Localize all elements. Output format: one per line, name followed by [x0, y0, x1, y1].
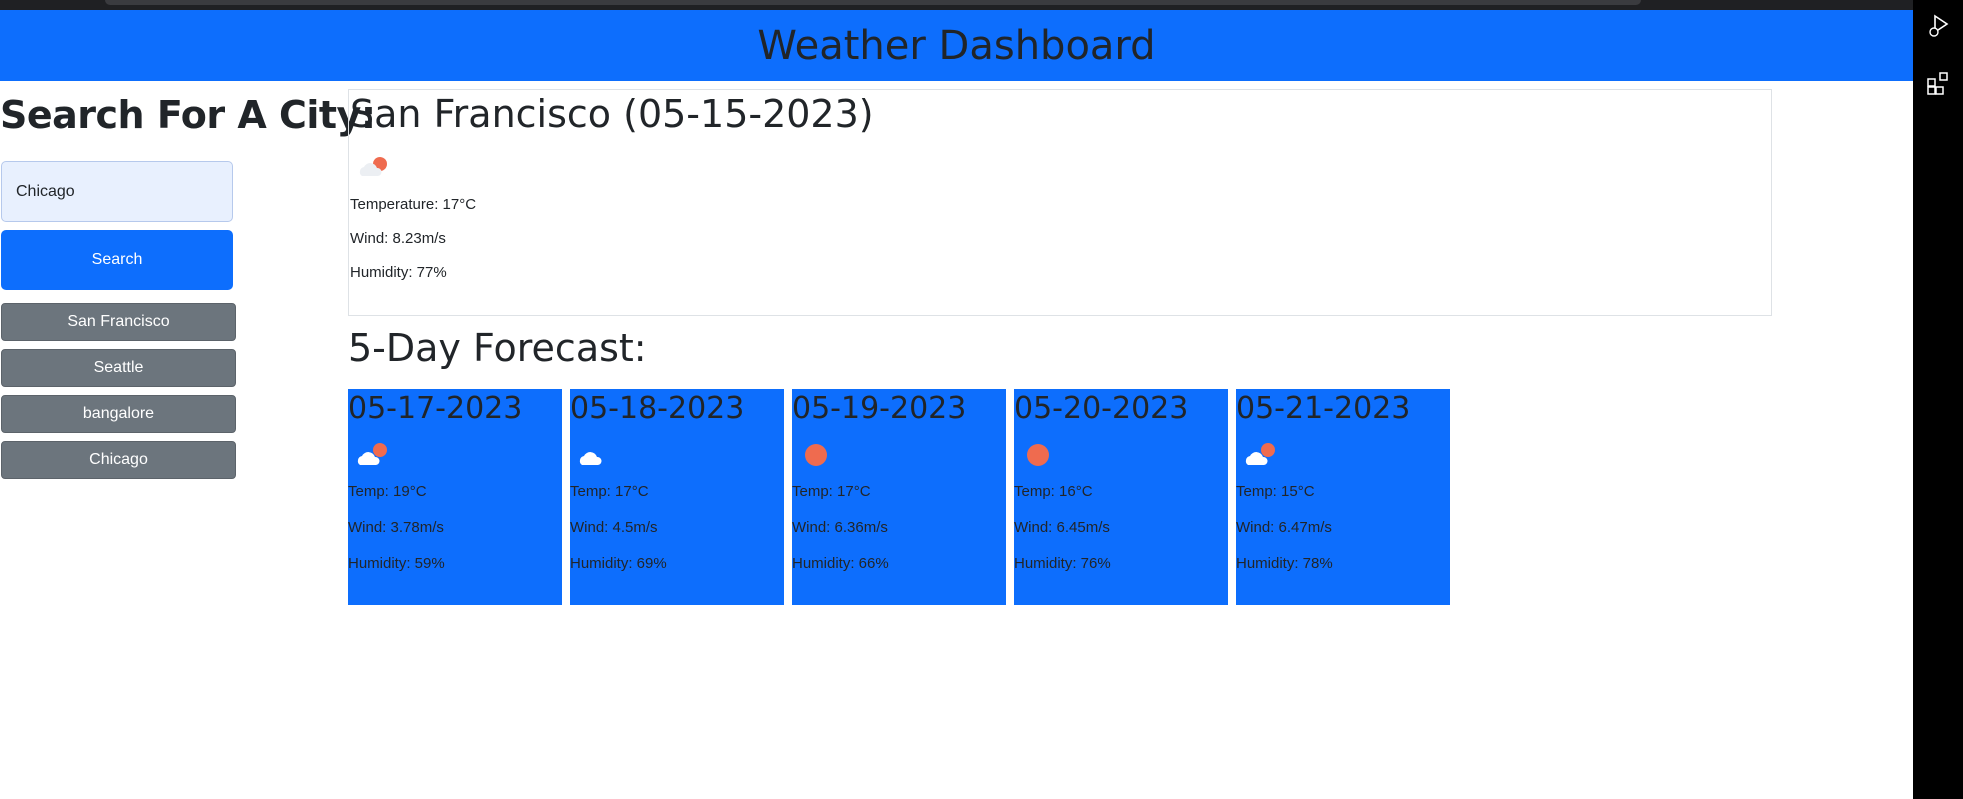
partly-cloudy-icon — [1244, 439, 1280, 469]
history-button[interactable]: San Francisco — [1, 303, 236, 341]
sun-icon — [1022, 439, 1058, 469]
forecast-date: 05-17-2023 — [348, 391, 523, 426]
run-debug-icon[interactable] — [1926, 12, 1952, 38]
forecast-humidity: Humidity: 66% — [792, 555, 889, 572]
cloud-icon — [578, 439, 614, 469]
forecast-temp: Temp: 17°C — [570, 483, 649, 500]
current-weather: San Francisco (05-15-2023) Temperature: … — [348, 89, 1772, 316]
city-search-input[interactable] — [1, 161, 233, 222]
search-panel: Search For A City: Search San Francisco … — [0, 93, 376, 479]
current-wind: Wind: 8.23m/s — [350, 229, 446, 247]
forecast-wind: Wind: 6.47m/s — [1236, 519, 1332, 536]
page-header: Weather Dashboard — [0, 10, 1913, 81]
current-temperature: Temperature: 17°C — [350, 195, 477, 213]
forecast-temp: Temp: 19°C — [348, 483, 427, 500]
page-title: Weather Dashboard — [757, 22, 1156, 69]
extensions-icon[interactable] — [1926, 70, 1952, 96]
forecast-wind: Wind: 3.78m/s — [348, 519, 444, 536]
forecast-card: 05-20-2023 Temp: 16°C Wind: 6.45m/s Humi… — [1014, 389, 1228, 605]
tab-bar — [105, 0, 1641, 5]
search-button[interactable]: Search — [1, 230, 233, 290]
forecast-card: 05-21-2023 Temp: 15°C Wind: 6.47m/s Humi… — [1236, 389, 1450, 605]
forecast-wind: Wind: 6.45m/s — [1014, 519, 1110, 536]
forecast-date: 05-21-2023 — [1236, 391, 1411, 426]
forecast-wind: Wind: 4.5m/s — [570, 519, 658, 536]
history-button[interactable]: Chicago — [1, 441, 236, 479]
partly-cloudy-icon — [356, 439, 392, 469]
side-toolbar — [1913, 0, 1963, 799]
forecast-humidity: Humidity: 69% — [570, 555, 667, 572]
forecast-temp: Temp: 16°C — [1014, 483, 1093, 500]
search-history: San Francisco Seattle bangalore Chicago — [1, 303, 236, 487]
current-humidity: Humidity: 77% — [350, 263, 447, 281]
partly-cloudy-icon — [356, 154, 392, 180]
forecast-card: 05-19-2023 Temp: 17°C Wind: 6.36m/s Humi… — [792, 389, 1006, 605]
forecast-humidity: Humidity: 78% — [1236, 555, 1333, 572]
history-button[interactable]: bangalore — [1, 395, 236, 433]
forecast-date: 05-18-2023 — [570, 391, 745, 426]
forecast-humidity: Humidity: 76% — [1014, 555, 1111, 572]
forecast-title: 5-Day Forecast: — [348, 326, 647, 370]
forecast-wind: Wind: 6.36m/s — [792, 519, 888, 536]
forecast-temp: Temp: 17°C — [792, 483, 871, 500]
history-button[interactable]: Seattle — [1, 349, 236, 387]
forecast-date: 05-19-2023 — [792, 391, 967, 426]
forecast-temp: Temp: 15°C — [1236, 483, 1315, 500]
browser-top-strip — [0, 0, 1913, 10]
forecast-cards: 05-17-2023 Temp: 19°C Wind: 3.78m/s Humi… — [348, 389, 1458, 605]
forecast-card: 05-17-2023 Temp: 19°C Wind: 3.78m/s Humi… — [348, 389, 562, 605]
current-title: San Francisco (05-15-2023) — [350, 92, 874, 136]
forecast-date: 05-20-2023 — [1014, 391, 1189, 426]
sun-icon — [800, 439, 836, 469]
forecast-card: 05-18-2023 Temp: 17°C Wind: 4.5m/s Humid… — [570, 389, 784, 605]
forecast-humidity: Humidity: 59% — [348, 555, 445, 572]
search-heading: Search For A City: — [0, 93, 376, 137]
